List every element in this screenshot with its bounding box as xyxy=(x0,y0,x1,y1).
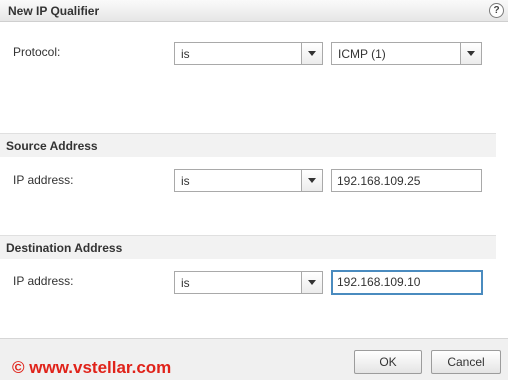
source-operator-value: is xyxy=(181,174,190,188)
dialog-titlebar: New IP Qualifier ? xyxy=(0,0,508,22)
dialog-footer: © www.vstellar.com OK Cancel xyxy=(0,338,508,380)
destination-operator-value: is xyxy=(181,276,190,290)
destination-address-section: Destination Address xyxy=(0,235,496,259)
protocol-value: ICMP (1) xyxy=(338,47,386,61)
chevron-down-icon xyxy=(308,280,316,285)
source-ip-input[interactable]: 192.168.109.25 xyxy=(331,169,482,192)
protocol-label: Protocol: xyxy=(13,45,61,59)
chevron-down-icon xyxy=(308,51,316,56)
destination-ip-input[interactable]: 192.168.109.10 xyxy=(331,270,483,295)
destination-operator-select[interactable]: is xyxy=(174,271,323,294)
source-operator-dropdown-button[interactable] xyxy=(301,170,322,191)
help-icon[interactable]: ? xyxy=(489,3,504,18)
source-operator-select[interactable]: is xyxy=(174,169,323,192)
chevron-down-icon xyxy=(467,51,475,56)
protocol-operator-value: is xyxy=(181,47,190,61)
dialog-title: New IP Qualifier xyxy=(8,4,100,18)
protocol-value-select[interactable]: ICMP (1) xyxy=(331,42,482,65)
destination-ip-label: IP address: xyxy=(13,274,74,288)
destination-address-title: Destination Address xyxy=(6,241,123,255)
protocol-operator-select[interactable]: is xyxy=(174,42,323,65)
protocol-value-dropdown-button[interactable] xyxy=(460,43,481,64)
source-address-section: Source Address xyxy=(0,133,496,157)
source-ip-label: IP address: xyxy=(13,173,74,187)
destination-operator-dropdown-button[interactable] xyxy=(301,272,322,293)
cancel-button[interactable]: Cancel xyxy=(431,350,501,374)
ok-button[interactable]: OK xyxy=(354,350,422,374)
source-address-title: Source Address xyxy=(6,139,98,153)
protocol-operator-dropdown-button[interactable] xyxy=(301,43,322,64)
watermark: © www.vstellar.com xyxy=(12,358,172,377)
chevron-down-icon xyxy=(308,178,316,183)
